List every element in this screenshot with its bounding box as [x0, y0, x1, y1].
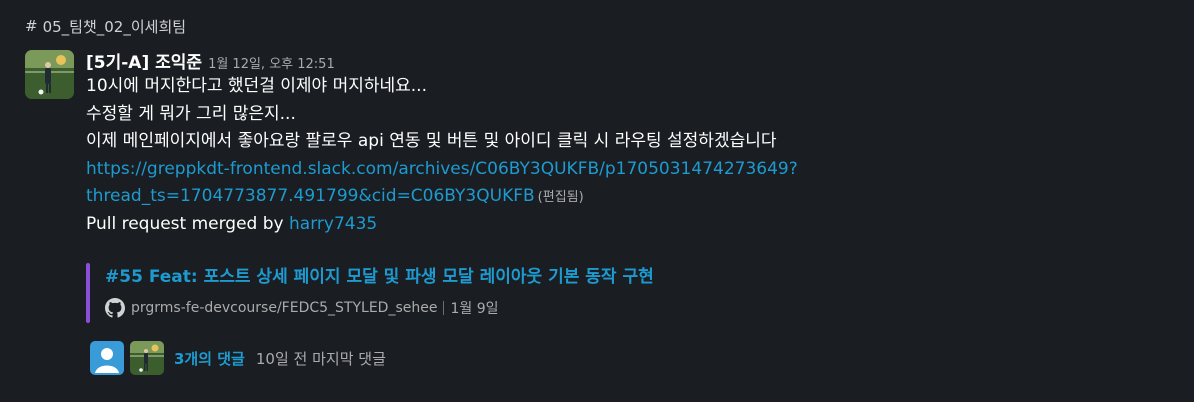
sender-name[interactable]: [5기-A] 조익준 — [86, 48, 202, 73]
attachment-title[interactable]: #55 Feat: 포스트 상세 페이지 모달 및 파생 모달 레이아웃 기본 … — [105, 263, 654, 291]
reply-avatar-default — [90, 341, 124, 375]
pr-user-link[interactable]: harry7435 — [289, 214, 377, 234]
pr-attachment: #55 Feat: 포스트 상세 페이지 모달 및 파생 모달 레이아웃 기본 … — [86, 263, 654, 323]
thread-link[interactable]: https://greppkdt-frontend.slack.com/arch… — [86, 159, 798, 179]
message-body: [5기-A] 조익준 1월 12일, 오후 12:51 10시에 머지한다고 했… — [86, 48, 1166, 375]
pr-merged-text: Pull request merged by — [86, 213, 290, 234]
reply-avatar-user — [130, 341, 164, 375]
message-link-line: thread_ts=1704773877.491799&cid=C06BY3QU… — [86, 183, 1166, 211]
meta-separator — [443, 301, 445, 315]
channel-name: 05_팀챗_02_이세희팀 — [42, 17, 187, 36]
pr-merged-line: Pull request merged by harry7435 — [86, 211, 1166, 239]
avatar[interactable] — [25, 50, 74, 99]
timestamp[interactable]: 1월 12일, 오후 12:51 — [208, 53, 335, 72]
github-icon — [105, 298, 125, 318]
attachment-color-bar — [86, 263, 90, 323]
attachment-meta: prgrms-fe-devcourse/FEDC5_STYLED_sehee 1… — [105, 298, 654, 318]
message-line: 10시에 머지한다고 했던걸 이제야 머지하네요... — [86, 76, 427, 96]
thread-link-continued[interactable]: thread_ts=1704773877.491799&cid=C06BY3QU… — [86, 186, 535, 206]
message-link-line: https://greppkdt-frontend.slack.com/arch… — [86, 156, 1166, 184]
thread-replies[interactable]: 3개의 댓글 10일 전 마지막 댓글 — [90, 341, 386, 375]
message-line: 이제 메인페이지에서 좋아요랑 팔로우 api 연동 및 버튼 및 아이디 클릭… — [86, 131, 777, 151]
message-header: [5기-A] 조익준 1월 12일, 오후 12:51 — [86, 48, 1166, 73]
last-reply-time: 10일 전 마지막 댓글 — [255, 349, 386, 368]
channel-header: # 05_팀챗_02_이세희팀 — [25, 14, 186, 38]
edited-label: (편집됨) — [537, 190, 584, 205]
repo-name[interactable]: prgrms-fe-devcourse/FEDC5_STYLED_sehee — [131, 300, 437, 316]
hash-icon: # — [25, 17, 38, 35]
reply-count-link[interactable]: 3개의 댓글 — [174, 348, 245, 369]
attachment-date: 1월 9일 — [450, 301, 499, 317]
message-line: 수정할 게 뭐가 그리 많은지... — [86, 103, 296, 124]
